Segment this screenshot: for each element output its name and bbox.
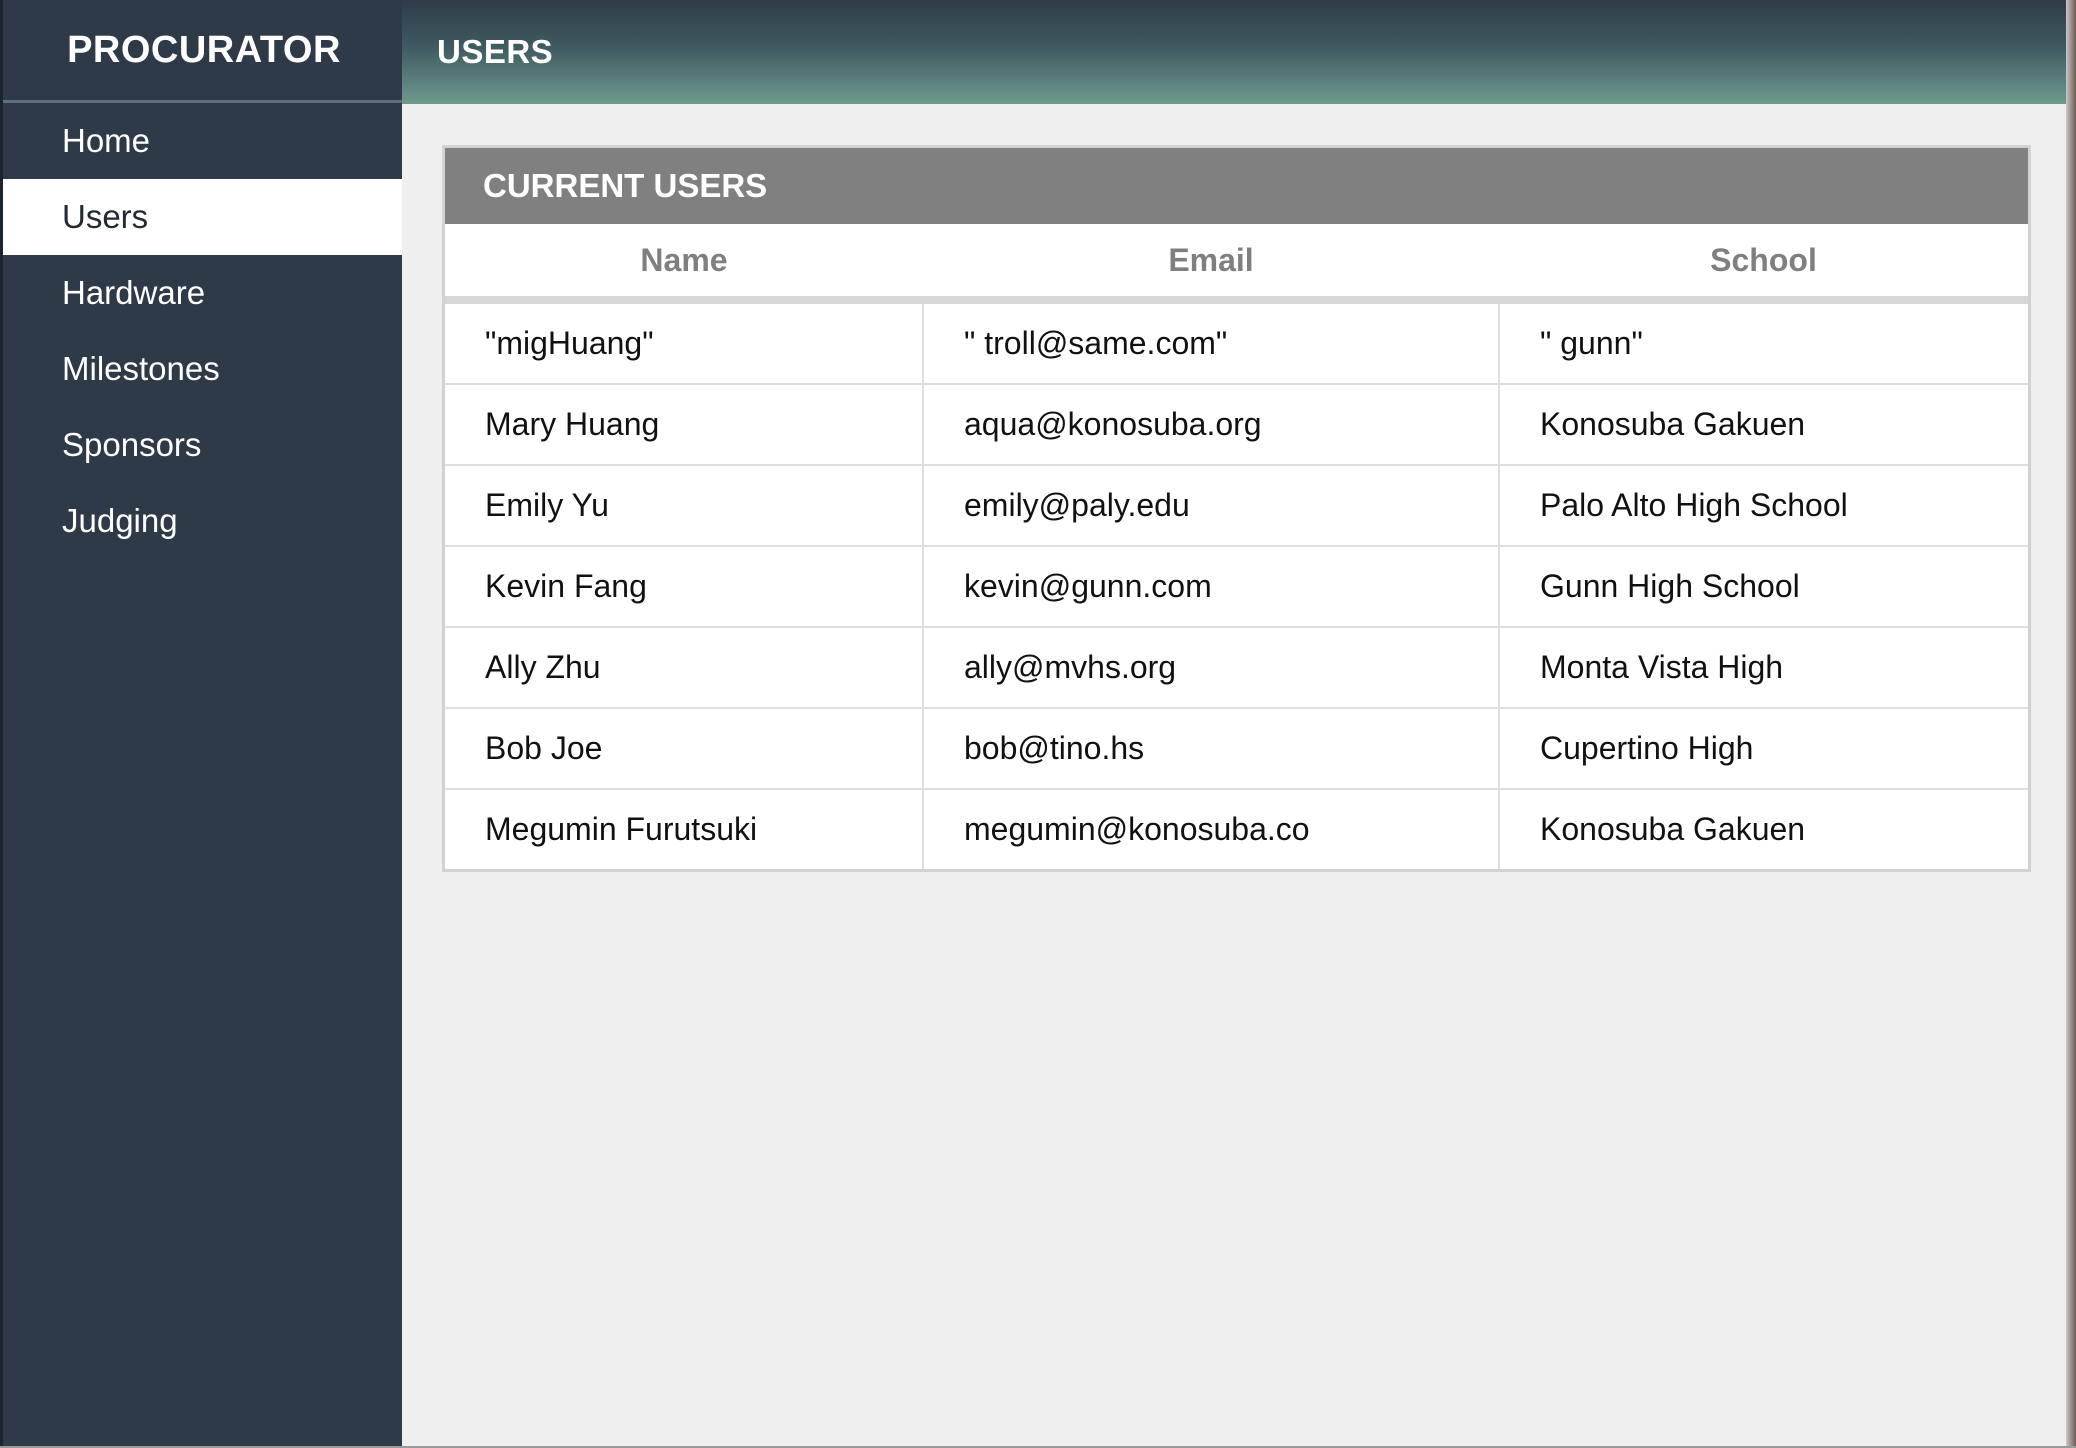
sidebar-item-label: Milestones <box>62 350 220 387</box>
cell-name: Megumin Furutsuki <box>445 789 924 869</box>
sidebar-item-users[interactable]: Users <box>3 179 431 255</box>
cell-school: Monta Vista High <box>1499 627 2028 709</box>
panel-title: CURRENT USERS <box>445 148 2028 224</box>
sidebar-item-label: Home <box>62 122 151 159</box>
sidebar-item-label: Sponsors <box>62 426 202 463</box>
sidebar-item-hardware[interactable]: Hardware <box>3 255 405 331</box>
sidebar-item-home[interactable]: Home <box>3 103 405 179</box>
cell-name: Kevin Fang <box>445 546 924 628</box>
window-edge-right <box>2066 0 2076 1448</box>
app-window: PROCURATOR Home Users Hardware Milestone… <box>0 0 2076 1448</box>
column-header-email: Email <box>923 224 1499 304</box>
users-table: Name Email School "migHuang" " troll@sam… <box>445 224 2028 869</box>
sidebar-item-sponsors[interactable]: Sponsors <box>3 407 405 483</box>
cell-school: Cupertino High <box>1499 708 2028 790</box>
table-row: Bob Joe bob@tino.hs Cupertino High <box>445 708 2028 790</box>
table-row: Emily Yu emily@paly.edu Palo Alto High S… <box>445 465 2028 547</box>
cell-name: Mary Huang <box>445 384 924 466</box>
column-header-school: School <box>1499 224 2028 304</box>
brand-logo[interactable]: PROCURATOR <box>3 0 405 103</box>
table-row: "migHuang" " troll@same.com" " gunn" <box>445 300 2028 385</box>
cell-email: megumin@konosuba.co <box>923 789 1500 869</box>
cell-school: Palo Alto High School <box>1499 465 2028 547</box>
cell-email: " troll@same.com" <box>923 300 1500 385</box>
table-row: Mary Huang aqua@konosuba.org Konosuba Ga… <box>445 384 2028 466</box>
cell-email: emily@paly.edu <box>923 465 1500 547</box>
cell-email: aqua@konosuba.org <box>923 384 1500 466</box>
cell-email: kevin@gunn.com <box>923 546 1500 628</box>
cell-name: Emily Yu <box>445 465 924 547</box>
cell-email: bob@tino.hs <box>923 708 1500 790</box>
sidebar-nav: Home Users Hardware Milestones Sponsors … <box>3 103 431 559</box>
table-header: Name Email School <box>445 224 2028 304</box>
sidebar-item-label: Judging <box>62 502 178 539</box>
main-content: CURRENT USERS Name Email School "migHuan… <box>402 104 2076 1446</box>
cell-school: Konosuba Gakuen <box>1499 384 2028 466</box>
sidebar-item-milestones[interactable]: Milestones <box>3 331 405 407</box>
cell-email: ally@mvhs.org <box>923 627 1500 709</box>
sidebar-item-label: Users <box>62 198 149 235</box>
sidebar-item-judging[interactable]: Judging <box>3 483 405 559</box>
column-header-name: Name <box>445 224 923 304</box>
top-header: USERS <box>402 0 2076 104</box>
sidebar: PROCURATOR Home Users Hardware Milestone… <box>0 0 431 1446</box>
cell-school: Gunn High School <box>1499 546 2028 628</box>
table-row: Ally Zhu ally@mvhs.org Monta Vista High <box>445 627 2028 709</box>
cell-name: Bob Joe <box>445 708 924 790</box>
table-row: Megumin Furutsuki megumin@konosuba.co Ko… <box>445 789 2028 869</box>
table-row: Kevin Fang kevin@gunn.com Gunn High Scho… <box>445 546 2028 628</box>
sidebar-item-label: Hardware <box>62 274 206 311</box>
cell-name: Ally Zhu <box>445 627 924 709</box>
cell-name: "migHuang" <box>445 300 924 385</box>
cell-school: " gunn" <box>1499 300 2028 385</box>
current-users-panel: CURRENT USERS Name Email School "migHuan… <box>442 145 2031 872</box>
cell-school: Konosuba Gakuen <box>1540 811 1806 847</box>
page-title: USERS <box>437 33 554 70</box>
